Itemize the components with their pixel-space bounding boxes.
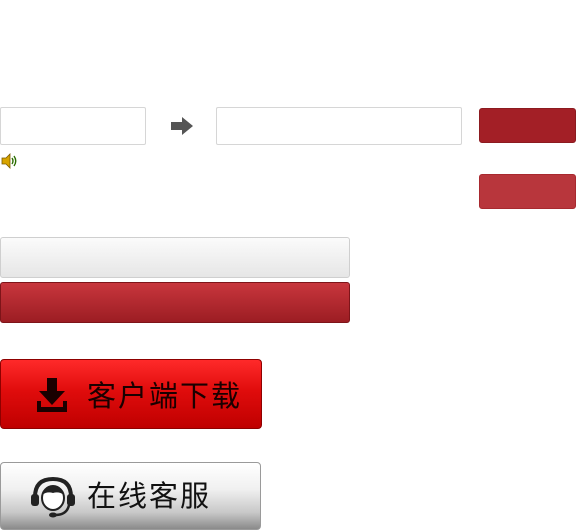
download-icon xyxy=(37,378,67,412)
headset-icon xyxy=(31,476,75,518)
secondary-button[interactable] xyxy=(479,174,576,209)
client-download-button[interactable]: 客户端下载 xyxy=(0,359,262,429)
red-bar-button[interactable] xyxy=(0,282,350,323)
source-text-input[interactable] xyxy=(0,107,146,145)
online-service-label: 在线客服 xyxy=(87,479,212,513)
gray-bar-button[interactable] xyxy=(0,237,350,278)
client-download-label: 客户端下载 xyxy=(87,379,243,413)
target-text-input[interactable] xyxy=(216,107,462,145)
right-arrow-icon xyxy=(171,117,193,135)
online-service-button[interactable]: 在线客服 xyxy=(0,462,261,530)
speaker-icon[interactable] xyxy=(1,153,19,169)
translate-button[interactable] xyxy=(479,108,576,143)
